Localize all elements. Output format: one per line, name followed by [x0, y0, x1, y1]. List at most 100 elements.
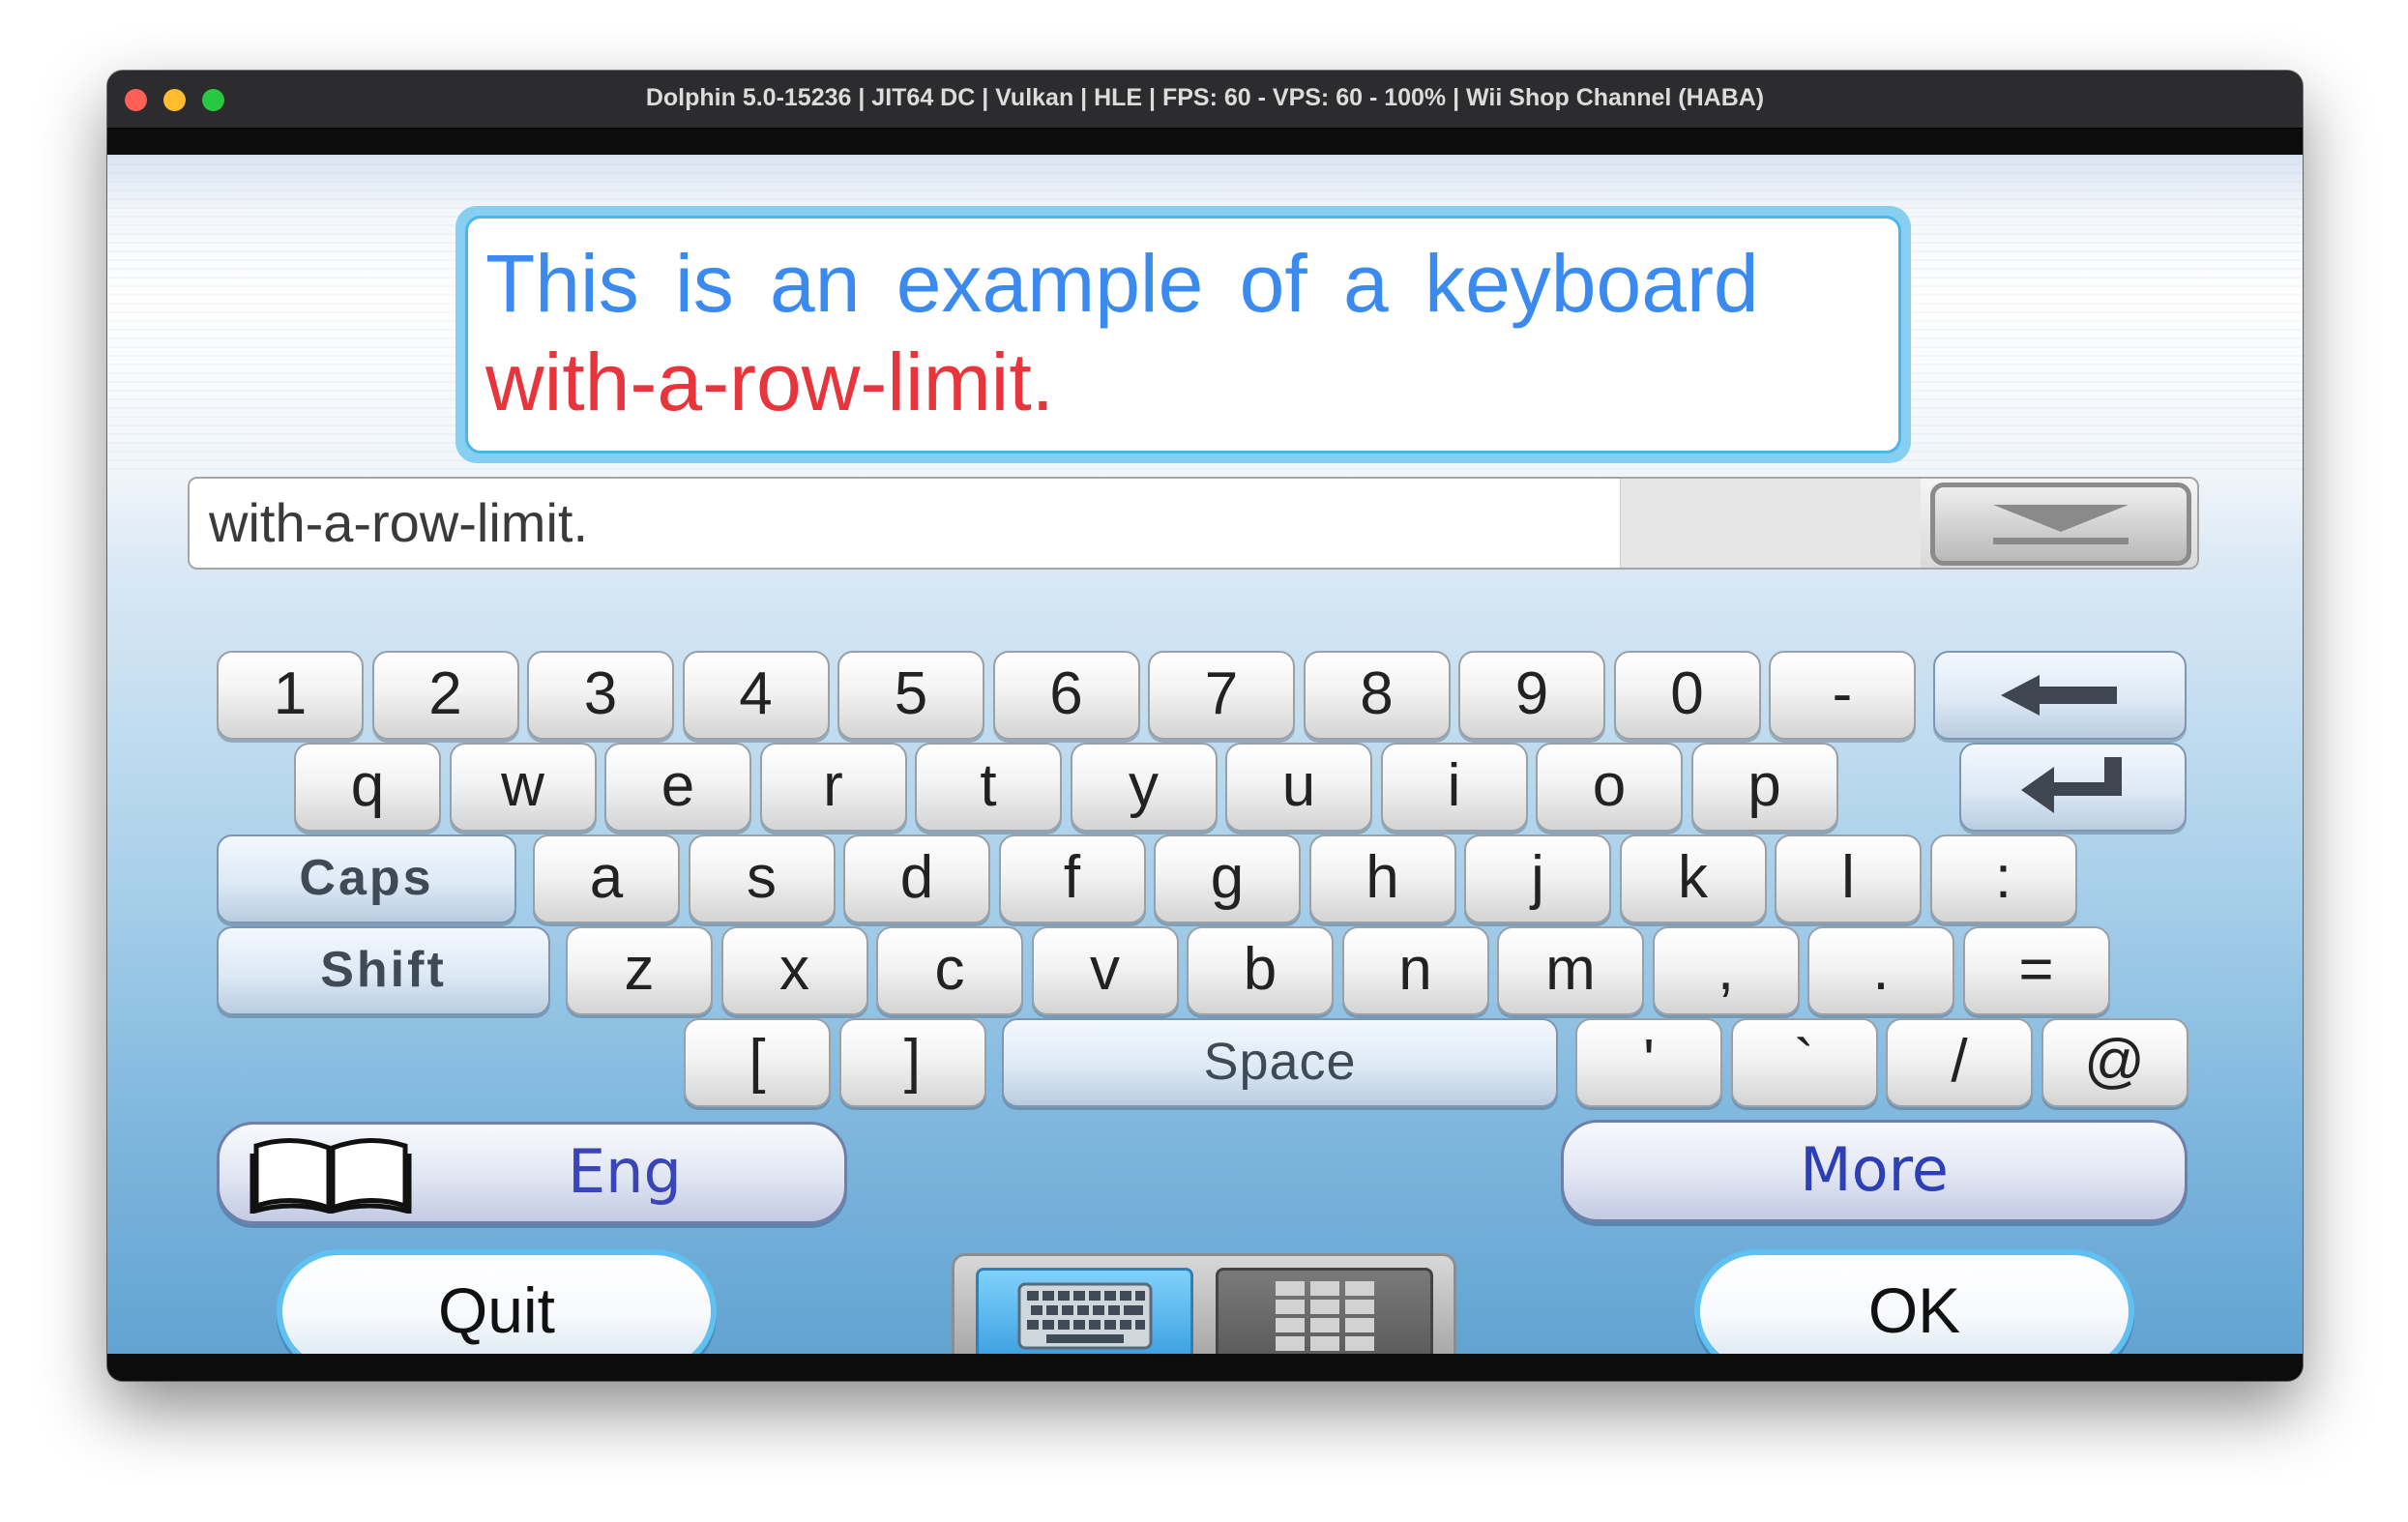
key[interactable]: c — [876, 926, 1023, 1015]
key[interactable]: z — [566, 926, 713, 1015]
backspace-arrow-icon — [2001, 675, 2117, 716]
key-label: z — [624, 936, 655, 1003]
text-input-bar: with-a-row-limit. — [188, 477, 2199, 570]
key[interactable]: / — [1886, 1018, 2033, 1107]
key[interactable]: @ — [2041, 1018, 2188, 1107]
key[interactable]: w — [449, 743, 597, 832]
key[interactable]: i — [1380, 743, 1528, 832]
key[interactable]: u — [1225, 743, 1372, 832]
key[interactable]: p — [1690, 743, 1838, 832]
more-button[interactable]: More — [1561, 1120, 2188, 1222]
key[interactable]: 8 — [1303, 651, 1451, 740]
key-label: 4 — [739, 660, 773, 727]
caps-key[interactable]: Caps — [217, 834, 516, 923]
letterbox-top — [107, 129, 2303, 155]
key-label: . — [1872, 936, 1890, 1003]
key-label: @ — [2084, 1028, 2145, 1095]
key[interactable]: x — [720, 926, 868, 1015]
key-label: q — [350, 752, 385, 819]
key[interactable]: . — [1807, 926, 1954, 1015]
key[interactable]: = — [1962, 926, 2110, 1015]
key[interactable]: 2 — [371, 651, 519, 740]
key[interactable]: q — [294, 743, 441, 832]
key[interactable]: a — [533, 834, 680, 923]
key[interactable]: [ — [684, 1018, 831, 1107]
enter-return-icon — [2020, 757, 2122, 813]
key-label: , — [1717, 936, 1735, 1003]
key-label: e — [661, 752, 695, 819]
key[interactable]: ` — [1730, 1018, 1878, 1107]
key-label: i — [1447, 752, 1461, 819]
key-label: ' — [1643, 1028, 1655, 1095]
key-label: 2 — [428, 660, 462, 727]
input-mode-switch — [952, 1253, 1456, 1354]
quit-button[interactable]: Quit — [277, 1249, 717, 1354]
key[interactable]: 5 — [837, 651, 984, 740]
key-label: b — [1243, 936, 1277, 1003]
key[interactable]: l — [1775, 834, 1922, 923]
key[interactable]: b — [1187, 926, 1334, 1015]
key[interactable]: d — [843, 834, 990, 923]
dolphin-window: Dolphin 5.0-15236 | JIT64 DC | Vulkan | … — [107, 71, 2303, 1381]
key[interactable]: g — [1154, 834, 1301, 923]
key[interactable]: j — [1464, 834, 1611, 923]
key[interactable]: k — [1619, 834, 1767, 923]
key[interactable]: h — [1308, 834, 1456, 923]
key-label: 6 — [1049, 660, 1083, 727]
wii-keyboard-screen: This is an example of a keyboard with-a-… — [107, 155, 2303, 1354]
input-padding — [1621, 479, 1921, 568]
key[interactable]: ' — [1575, 1018, 1722, 1107]
key-label: 0 — [1670, 660, 1704, 727]
key[interactable]: m — [1497, 926, 1644, 1015]
key[interactable]: r — [759, 743, 907, 832]
key-label: a — [589, 844, 624, 911]
key-label: x — [779, 936, 809, 1003]
key[interactable]: 6 — [992, 651, 1140, 740]
key[interactable]: - — [1769, 651, 1916, 740]
backspace-key[interactable] — [1933, 651, 2187, 740]
language-label: Eng — [568, 1136, 682, 1207]
key[interactable]: s — [688, 834, 836, 923]
keyboard-mode-button[interactable] — [976, 1268, 1193, 1354]
enter-key[interactable] — [1959, 743, 2187, 832]
key-label: f — [1063, 844, 1081, 911]
key-label: h — [1366, 844, 1399, 911]
window-title: Dolphin 5.0-15236 | JIT64 DC | Vulkan | … — [645, 84, 1765, 111]
caps-key-label: Caps — [299, 850, 434, 906]
key[interactable]: : — [1929, 834, 2077, 923]
shift-key-label: Shift — [320, 942, 447, 998]
key[interactable]: f — [998, 834, 1146, 923]
key-label: w — [501, 752, 544, 819]
key[interactable]: 3 — [527, 651, 674, 740]
key[interactable]: t — [915, 743, 1062, 832]
key[interactable]: 4 — [682, 651, 830, 740]
text-input-field[interactable]: with-a-row-limit. — [190, 479, 1621, 568]
key[interactable]: , — [1652, 926, 1800, 1015]
key[interactable]: 9 — [1458, 651, 1605, 740]
grid-mode-button[interactable] — [1216, 1268, 1433, 1354]
key[interactable]: ] — [838, 1018, 986, 1107]
language-button[interactable]: Eng — [217, 1122, 847, 1224]
ok-button[interactable]: OK — [1694, 1249, 2134, 1354]
space-key-label: Space — [1203, 1033, 1357, 1091]
hide-keyboard-button[interactable] — [1930, 483, 2191, 566]
key-label: r — [823, 752, 843, 819]
key-label: c — [934, 936, 965, 1003]
letterbox-bottom — [107, 1354, 2303, 1381]
key[interactable]: 7 — [1148, 651, 1295, 740]
key[interactable]: 1 — [217, 651, 364, 740]
key-label: g — [1210, 844, 1245, 911]
key[interactable]: n — [1341, 926, 1489, 1015]
key[interactable]: v — [1031, 926, 1179, 1015]
key-label: k — [1678, 844, 1708, 911]
title-bar: Dolphin 5.0-15236 | JIT64 DC | Vulkan | … — [107, 71, 2303, 129]
key[interactable]: 0 — [1613, 651, 1761, 740]
space-key[interactable]: Space — [1002, 1018, 1558, 1107]
key-label: t — [980, 752, 997, 819]
key[interactable]: o — [1536, 743, 1683, 832]
key[interactable]: y — [1070, 743, 1218, 832]
key-label: v — [1090, 936, 1120, 1003]
key[interactable]: e — [604, 743, 751, 832]
key-label: - — [1832, 660, 1853, 727]
shift-key[interactable]: Shift — [217, 926, 550, 1015]
